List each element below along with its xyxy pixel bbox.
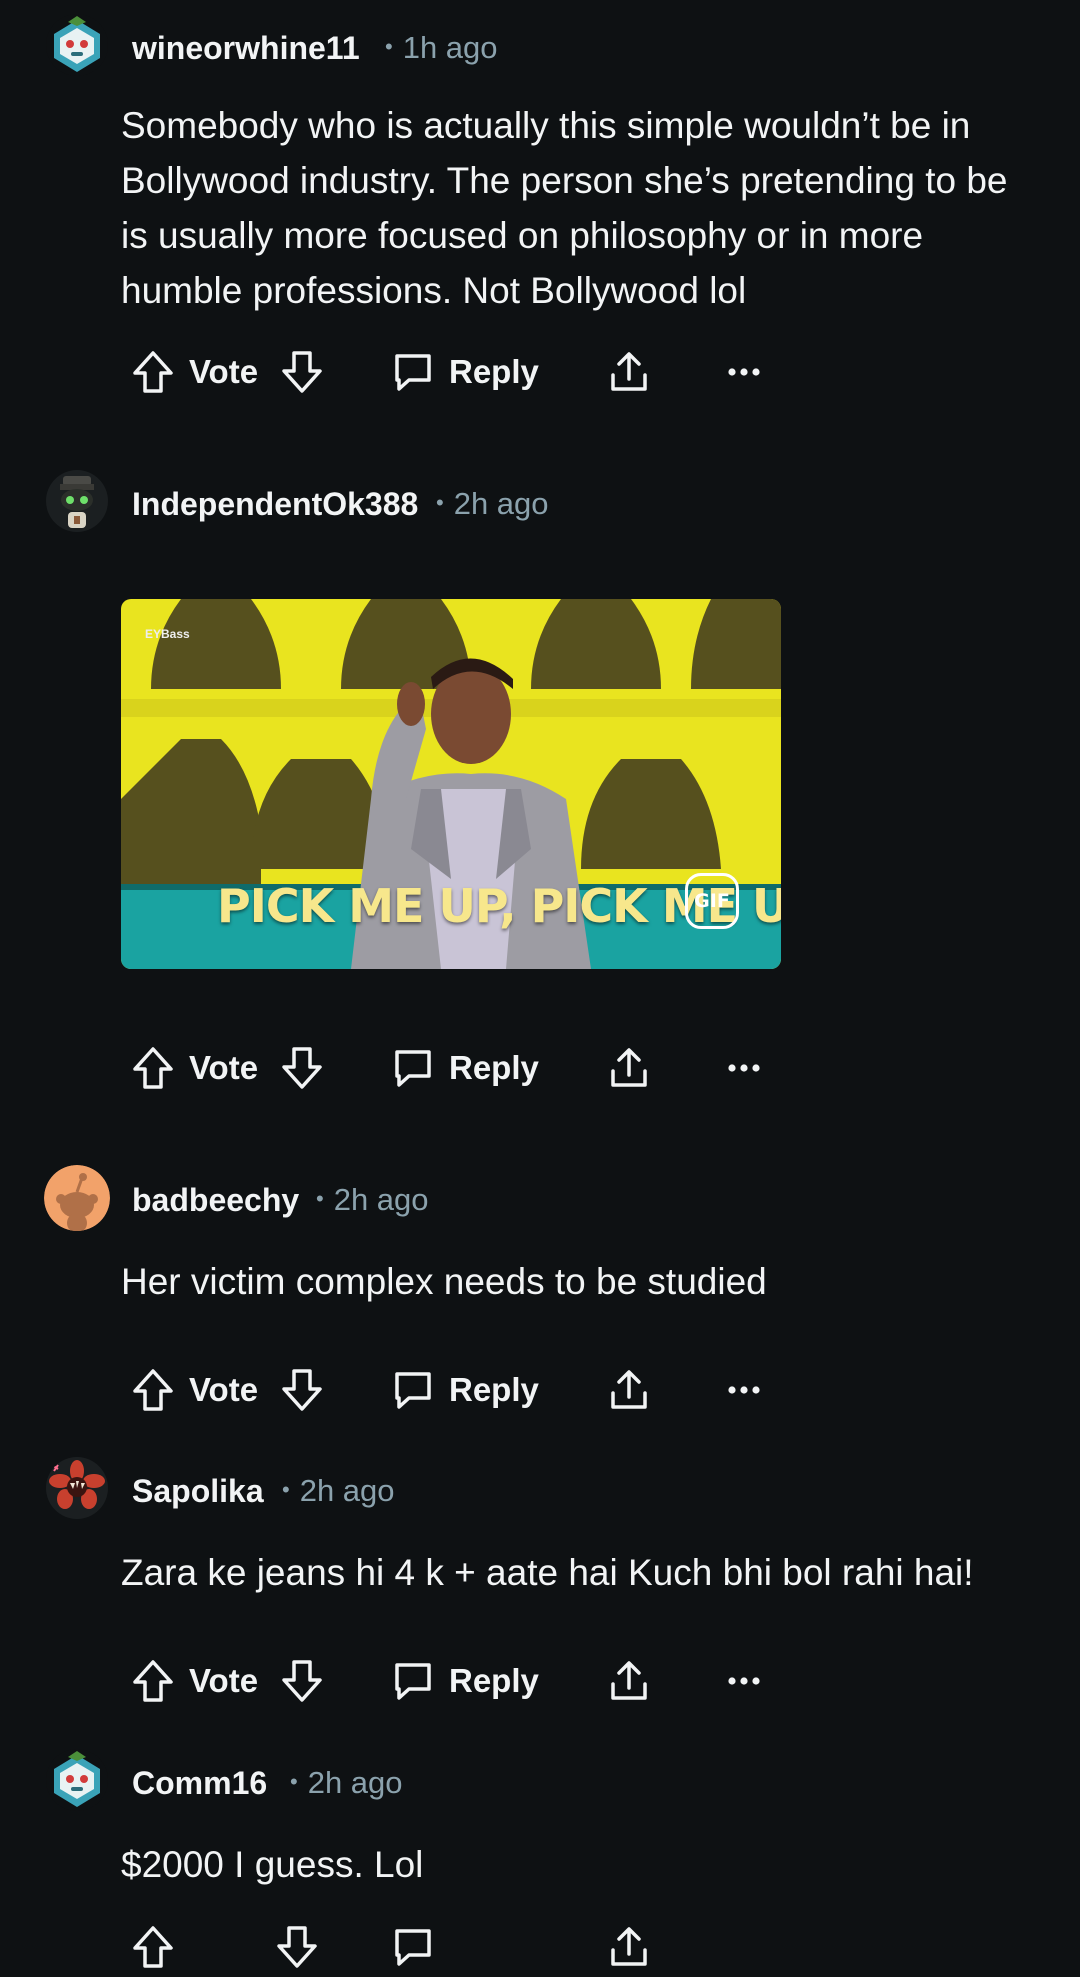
reply-button[interactable] <box>391 1917 435 1977</box>
comment-timestamp: • 2h ago <box>316 1182 429 1218</box>
vote-group: Vote <box>131 1038 324 1098</box>
username[interactable]: badbeechy <box>132 1182 299 1219</box>
comment-actions: Vote Reply <box>121 1651 821 1711</box>
share-icon <box>607 1367 651 1413</box>
reply-icon <box>391 350 435 394</box>
upvote-icon[interactable] <box>131 349 175 395</box>
reply-label: Reply <box>449 353 539 390</box>
reply-label: Reply <box>449 1662 539 1699</box>
snoo-avatar-icon <box>46 1457 108 1519</box>
more-icon <box>727 1384 761 1396</box>
share-button[interactable] <box>607 1651 651 1711</box>
more-icon <box>727 366 761 378</box>
share-button[interactable] <box>607 1038 651 1098</box>
vote-group: Vote <box>131 1651 324 1711</box>
comment-actions <box>121 1917 821 1977</box>
username[interactable]: wineorwhine11 <box>132 30 360 67</box>
snoo-avatar-icon <box>46 1749 108 1811</box>
separator-dot: • <box>436 490 444 515</box>
avatar[interactable] <box>46 14 108 76</box>
vote-group: Vote <box>131 342 324 402</box>
comment-body: Somebody who is actually this simple wou… <box>121 105 1008 311</box>
default-snoo-avatar-icon <box>44 1165 110 1231</box>
more-button[interactable] <box>727 1038 761 1098</box>
share-icon <box>607 1045 651 1091</box>
share-button[interactable] <box>607 1360 651 1420</box>
comment-timestamp: • 2h ago <box>290 1765 403 1801</box>
share-icon <box>607 1924 651 1970</box>
reply-button[interactable]: Reply <box>391 342 539 402</box>
avatar[interactable] <box>46 470 108 532</box>
downvote-icon[interactable] <box>280 1658 324 1704</box>
gif-badge: GIF <box>685 873 739 929</box>
timestamp-text: 2h ago <box>333 1182 429 1217</box>
upvote-icon[interactable] <box>131 1658 175 1704</box>
comment-actions: Vote Reply <box>121 1038 821 1098</box>
reply-icon <box>391 1659 435 1703</box>
upvote-icon[interactable] <box>131 1924 175 1970</box>
share-icon <box>607 349 651 395</box>
reply-button[interactable]: Reply <box>391 1038 539 1098</box>
downvote-icon[interactable] <box>280 349 324 395</box>
share-button[interactable] <box>607 1917 651 1977</box>
avatar[interactable] <box>44 1165 110 1231</box>
username[interactable]: IndependentOk388 <box>132 486 418 523</box>
separator-dot: • <box>290 1769 298 1794</box>
timestamp-text: 1h ago <box>402 30 498 65</box>
comment-actions: Vote Reply <box>121 342 821 402</box>
username[interactable]: Sapolika <box>132 1473 264 1510</box>
downvote-icon[interactable] <box>275 1924 319 1970</box>
reply-label: Reply <box>449 1049 539 1086</box>
upvote-icon[interactable] <box>131 1045 175 1091</box>
comment-timestamp: • 1h ago <box>385 30 498 66</box>
more-button[interactable] <box>727 1651 761 1711</box>
vote-label: Vote <box>189 1371 259 1408</box>
share-button[interactable] <box>607 342 651 402</box>
timestamp-text: 2h ago <box>299 1473 395 1508</box>
avatar[interactable] <box>46 1749 108 1811</box>
channel-logo: EYBass <box>145 627 190 641</box>
separator-dot: • <box>385 34 393 59</box>
username[interactable]: Comm16 <box>132 1765 267 1802</box>
more-icon <box>727 1675 761 1687</box>
separator-dot: • <box>282 1477 290 1502</box>
comment-timestamp: • 2h ago <box>282 1473 395 1509</box>
comment-body: $2000 I guess. Lol <box>121 1844 424 1885</box>
vote-label: Vote <box>189 353 259 390</box>
avatar[interactable] <box>46 1457 108 1519</box>
reply-button[interactable]: Reply <box>391 1360 539 1420</box>
share-icon <box>607 1658 651 1704</box>
snoo-avatar-icon <box>46 470 108 532</box>
reply-button[interactable]: Reply <box>391 1651 539 1711</box>
reply-icon <box>391 1925 435 1969</box>
comment-timestamp: • 2h ago <box>436 486 549 522</box>
gif-media[interactable]: EYBass PICK ME UP, PICK ME UP GIF <box>121 599 781 969</box>
comment-body: Zara ke jeans hi 4 k + aate hai Kuch bhi… <box>121 1552 974 1593</box>
snoo-avatar-icon <box>46 14 108 76</box>
separator-dot: • <box>316 1186 324 1211</box>
reply-icon <box>391 1046 435 1090</box>
upvote-icon[interactable] <box>131 1367 175 1413</box>
comment-body: Her victim complex needs to be studied <box>121 1261 767 1302</box>
reply-icon <box>391 1368 435 1412</box>
reply-label: Reply <box>449 1371 539 1408</box>
more-icon <box>727 1062 761 1074</box>
vote-label: Vote <box>189 1662 259 1699</box>
timestamp-text: 2h ago <box>453 486 549 521</box>
downvote-icon[interactable] <box>280 1367 324 1413</box>
vote-group: Vote <box>131 1360 324 1420</box>
more-button[interactable] <box>727 342 761 402</box>
downvote-icon[interactable] <box>280 1045 324 1091</box>
timestamp-text: 2h ago <box>307 1765 403 1800</box>
vote-label: Vote <box>189 1049 259 1086</box>
vote-group <box>131 1917 319 1977</box>
comment-actions: Vote Reply <box>121 1360 821 1420</box>
more-button[interactable] <box>727 1360 761 1420</box>
